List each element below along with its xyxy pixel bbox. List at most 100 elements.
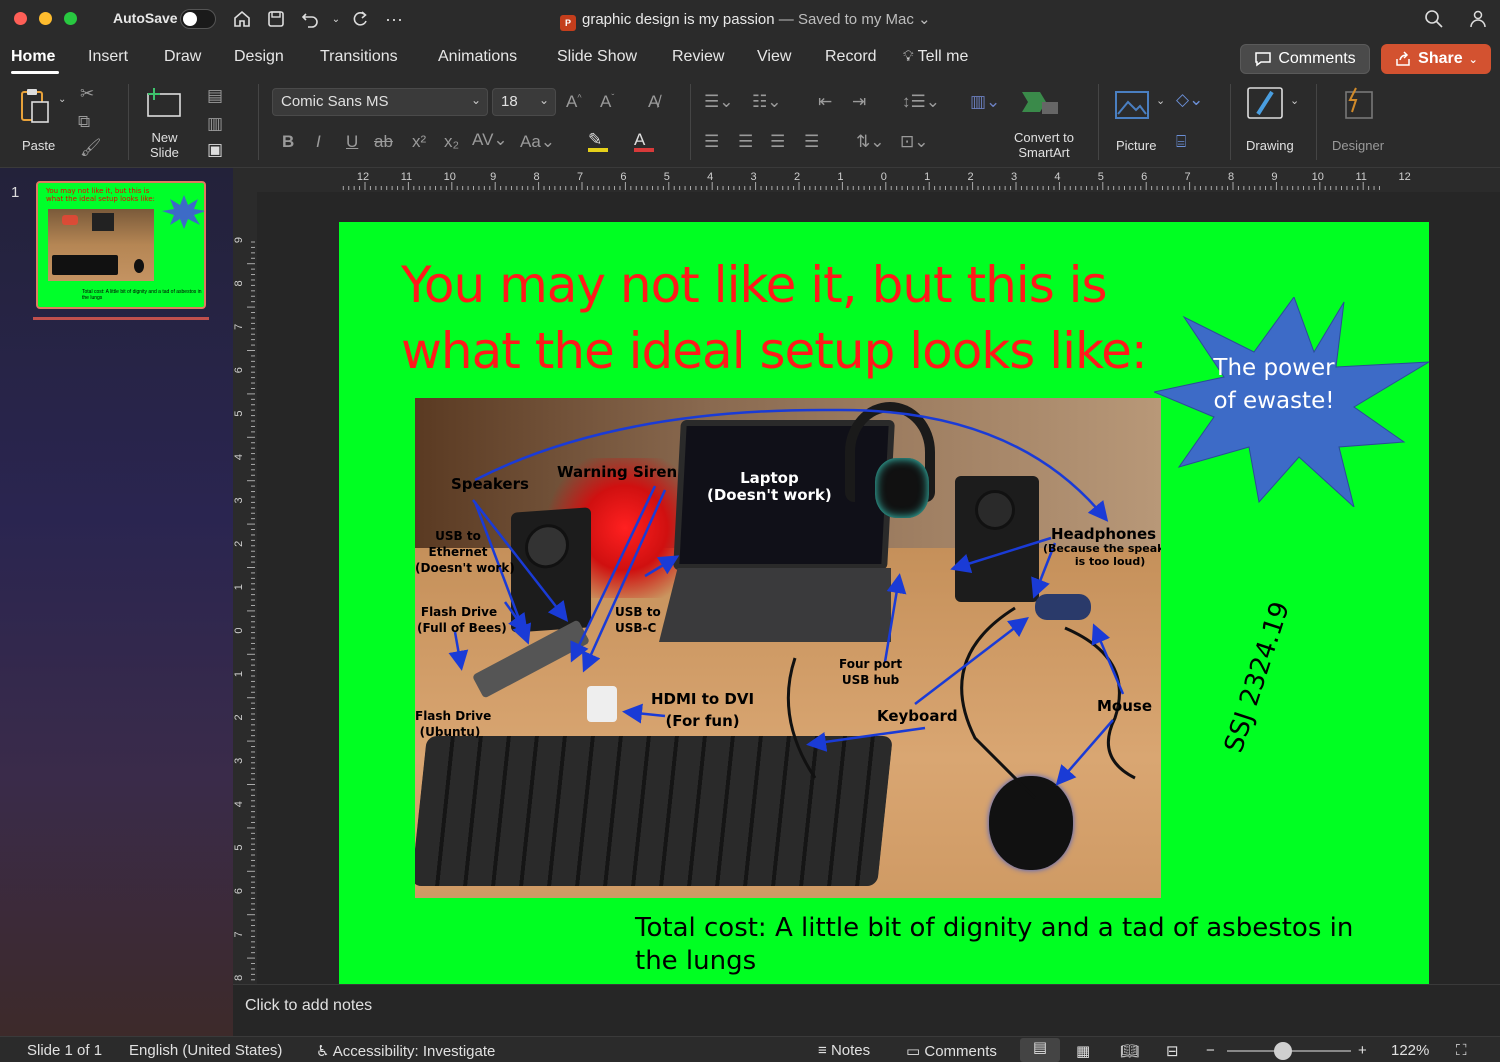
slide-thumbnail[interactable]: You may not like it, but this is what th… — [36, 181, 206, 309]
tab-record[interactable]: Record — [825, 48, 877, 66]
notes-pane[interactable]: Click to add notes — [233, 984, 1500, 1036]
tab-home[interactable]: Home — [11, 48, 55, 66]
tell-me-search[interactable]: 💡︎ Tell me — [903, 48, 968, 66]
account-icon[interactable] — [1464, 7, 1488, 31]
text-box-icon[interactable]: ⌸ — [1176, 132, 1186, 152]
comments-toggle-label: Comments — [924, 1043, 997, 1060]
copy-icon[interactable]: ⧉ — [78, 112, 90, 132]
accessibility-status[interactable]: ♿︎ Accessibility: Investigate — [316, 1042, 495, 1060]
convert-smartart-button[interactable]: Convert to SmartArt — [1010, 84, 1086, 162]
align-right-icon[interactable]: ☰ — [770, 132, 785, 152]
font-size-select[interactable]: 18 ⌄ — [492, 88, 556, 116]
tab-animations[interactable]: Animations — [438, 48, 517, 66]
section-icon[interactable]: ▣ — [207, 140, 223, 160]
notes-placeholder[interactable]: Click to add notes — [245, 997, 372, 1015]
shapes-icon[interactable]: ◇⌄ — [1176, 90, 1203, 110]
slide-title[interactable]: You may not like it, but this is what th… — [401, 252, 1221, 384]
bold-icon[interactable]: B — [282, 132, 294, 152]
tab-insert[interactable]: Insert — [88, 48, 128, 66]
ruler-tick-label: 6 — [233, 888, 245, 894]
comments-button[interactable]: Comments — [1240, 44, 1370, 74]
highlight-color-icon[interactable]: ✎ — [588, 130, 608, 152]
text-direction-icon[interactable]: ⇅⌄ — [856, 132, 885, 152]
align-center-icon[interactable]: ☰ — [738, 132, 753, 152]
zoom-window-button[interactable] — [64, 12, 77, 25]
change-case-icon[interactable]: Aa⌄ — [520, 132, 555, 152]
reset-icon[interactable]: ▥ — [207, 114, 223, 134]
zoom-out-icon[interactable]: − — [1206, 1042, 1215, 1059]
undo-icon[interactable] — [298, 7, 322, 31]
ruler-tick-label: 3 — [233, 758, 245, 764]
minimize-window-button[interactable] — [39, 12, 52, 25]
tab-design[interactable]: Design — [234, 48, 284, 66]
format-painter-icon[interactable]: 🖌︎ — [80, 138, 102, 158]
ruler-tick-label: 9 — [233, 237, 245, 243]
notes-toggle-button[interactable]: ≡ Notes — [818, 1042, 870, 1059]
strikethrough-icon[interactable]: ab — [374, 132, 393, 152]
ribbon: Paste ⌄ ✂ ⧉ 🖌︎ New Slide ▤ ▥ ▣ Comic San… — [0, 76, 1500, 168]
more-options-icon[interactable]: ··· — [382, 7, 406, 31]
home-icon[interactable] — [230, 7, 254, 31]
designer-button[interactable]: Designer — [1328, 84, 1392, 162]
ruler-tick-label: 4 — [233, 454, 245, 460]
character-spacing-icon[interactable]: AV⌄ — [472, 130, 508, 150]
slide[interactable]: You may not like it, but this is what th… — [339, 222, 1430, 984]
slide-sorter-view-icon[interactable]: ▦ — [1076, 1042, 1090, 1060]
search-icon[interactable] — [1422, 7, 1446, 31]
tab-review[interactable]: Review — [672, 48, 724, 66]
underline-icon[interactable]: U — [346, 132, 358, 152]
comments-label: Comments — [1278, 50, 1356, 67]
undo-dropdown-icon[interactable]: ⌄ — [324, 7, 348, 31]
comments-toggle-button[interactable]: ▭ Comments — [906, 1042, 997, 1060]
total-cost-caption[interactable]: Total cost: A little bit of dignity and … — [635, 912, 1395, 978]
zoom-slider-thumb[interactable] — [1273, 1042, 1292, 1060]
increase-indent-icon[interactable]: ⇥ — [852, 92, 866, 112]
layout-icon[interactable]: ▤ — [207, 86, 223, 106]
tab-transitions[interactable]: Transitions — [320, 48, 398, 66]
starburst-text[interactable]: The power of ewaste! — [1209, 352, 1339, 418]
zoom-level[interactable]: 122% — [1391, 1042, 1429, 1059]
accessibility-label: Accessibility: Investigate — [332, 1043, 496, 1060]
language-status[interactable]: English (United States) — [129, 1042, 282, 1059]
fit-to-window-icon[interactable]: ⛶ — [1456, 1042, 1467, 1059]
font-color-icon[interactable]: A — [634, 130, 654, 152]
font-name-select[interactable]: Comic Sans MS ⌄ — [272, 88, 488, 116]
align-left-icon[interactable]: ☰ — [704, 132, 719, 152]
reading-view-icon[interactable]: 📖︎ — [1120, 1042, 1139, 1060]
tab-draw[interactable]: Draw — [164, 48, 201, 66]
align-text-icon[interactable]: ⊡⌄ — [900, 132, 929, 152]
increase-font-size-icon[interactable]: A^ — [566, 92, 582, 112]
normal-view-button[interactable]: ▤ — [1020, 1038, 1060, 1062]
tab-slide-show[interactable]: Slide Show — [557, 48, 637, 66]
picture-chevron-icon[interactable]: ⌄ — [1156, 94, 1165, 107]
thumbnail-caption: Total cost: A little bit of dignity and … — [82, 289, 202, 301]
slide-show-view-icon[interactable]: ⊟ — [1166, 1042, 1179, 1060]
new-slide-button[interactable]: New Slide — [140, 84, 202, 160]
clear-formatting-icon[interactable]: A̸ — [648, 92, 659, 112]
justify-icon[interactable]: ☰ — [804, 132, 819, 152]
decrease-font-size-icon[interactable]: Aˇ — [600, 92, 614, 112]
bullets-icon[interactable]: ☰⌄ — [704, 92, 733, 112]
save-icon[interactable] — [264, 7, 288, 31]
autosave-toggle[interactable] — [180, 9, 216, 29]
decrease-indent-icon[interactable]: ⇤ — [818, 92, 832, 112]
ruler-tick-label: 10 — [1312, 171, 1324, 183]
cut-icon[interactable]: ✂ — [80, 84, 94, 104]
tab-view[interactable]: View — [757, 48, 791, 66]
superscript-icon[interactable]: x² — [412, 132, 426, 152]
italic-icon[interactable]: I — [316, 132, 321, 152]
share-button[interactable]: Share ⌄ — [1381, 44, 1491, 74]
close-window-button[interactable] — [14, 12, 27, 25]
line-spacing-icon[interactable]: ↕☰⌄ — [902, 92, 940, 112]
desk-setup-photo[interactable]: Speakers Warning Siren Laptop (Doesn't w… — [415, 398, 1161, 898]
photo-label-speakers: Speakers — [451, 475, 529, 493]
subscript-icon[interactable]: x₂ — [444, 132, 459, 152]
document-title[interactable]: Pgraphic design is my passion — Saved to… — [560, 10, 931, 31]
paste-options-chevron-icon[interactable]: ⌄ — [58, 94, 66, 105]
redo-icon[interactable] — [348, 7, 372, 31]
rotated-code-text[interactable]: SSJ 2324.19 — [1219, 598, 1296, 756]
numbering-icon[interactable]: ☷⌄ — [752, 92, 781, 112]
drawing-chevron-icon[interactable]: ⌄ — [1290, 94, 1299, 107]
zoom-in-icon[interactable]: + — [1358, 1042, 1367, 1059]
columns-icon[interactable]: ▥⌄ — [970, 92, 1000, 112]
